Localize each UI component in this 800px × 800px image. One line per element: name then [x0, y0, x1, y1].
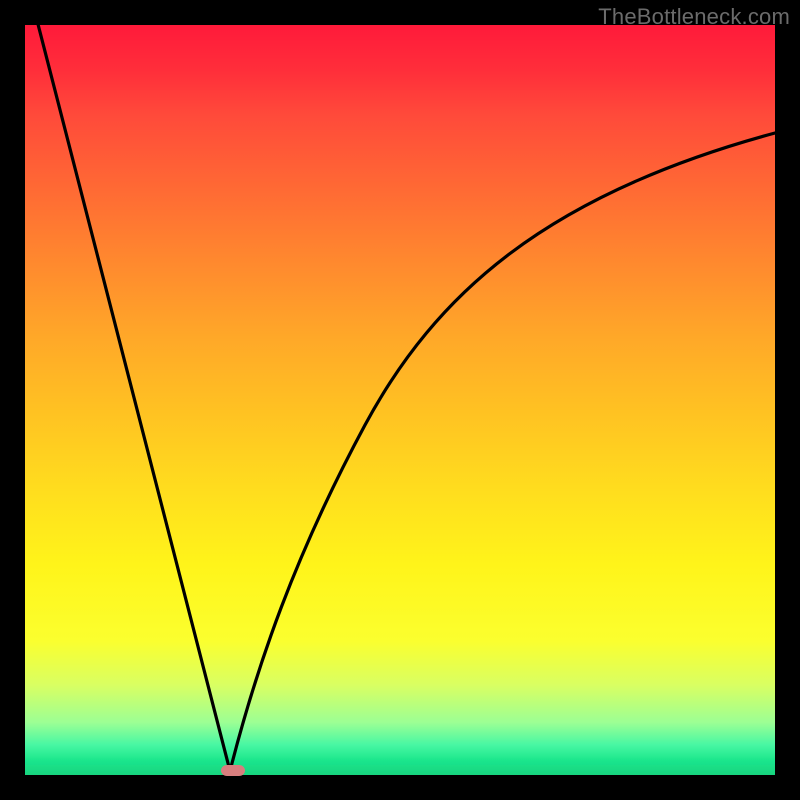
minimum-marker [221, 765, 245, 776]
curve-right-branch [230, 133, 775, 771]
curve-left-branch [31, 0, 230, 771]
watermark-text: TheBottleneck.com [598, 4, 790, 30]
bottleneck-curve [25, 25, 775, 775]
chart-area [25, 25, 775, 775]
